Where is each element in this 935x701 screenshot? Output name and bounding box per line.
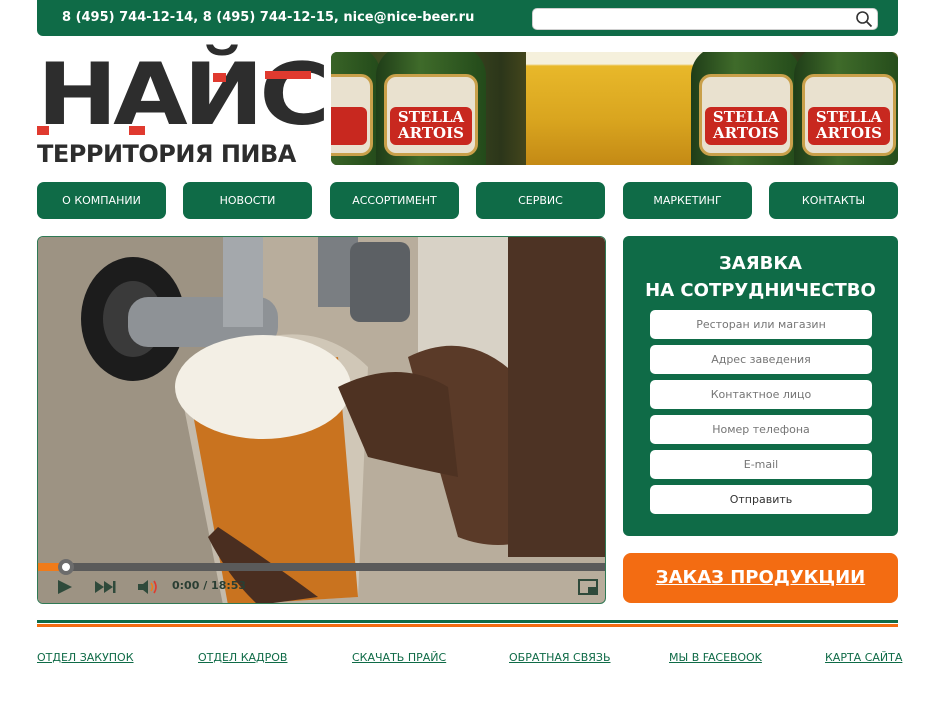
footer-link-price-list[interactable]: СКАЧАТЬ ПРАЙС <box>352 651 446 664</box>
logo-accent <box>265 71 311 79</box>
footer-link-hr[interactable]: ОТДЕЛ КАДРОВ <box>198 651 287 664</box>
logo-wordmark: НАЙС <box>37 45 330 145</box>
search-box[interactable] <box>532 8 878 30</box>
video-progress-bar[interactable] <box>38 559 605 575</box>
cooperation-form: ЗАЯВКА НА СОТРУДНИЧЕСТВО Отправить <box>623 236 898 536</box>
bottle-image: STELLA ARTOIS <box>376 52 486 165</box>
video-progress-handle[interactable] <box>58 559 74 575</box>
bottle-label-text: STELLA ARTOIS <box>815 108 883 142</box>
bottle-image: STELLA ARTOIS <box>794 52 898 165</box>
phone-field[interactable] <box>650 415 872 444</box>
nav-item-marketing[interactable]: МАРКЕТИНГ <box>623 182 752 219</box>
video-player[interactable]: 0:00 / 18:53 <box>37 236 606 604</box>
nav-item-contacts[interactable]: КОНТАКТЫ <box>769 182 898 219</box>
bottle-image <box>331 52 381 165</box>
play-icon[interactable] <box>56 579 74 595</box>
nav-item-assortment[interactable]: АССОРТИМЕНТ <box>330 182 459 219</box>
video-frame <box>38 237 605 603</box>
logo-accent <box>213 73 226 82</box>
form-title: ЗАЯВКА НА СОТРУДНИЧЕСТВО <box>623 250 898 304</box>
nav-item-news[interactable]: НОВОСТИ <box>183 182 312 219</box>
form-title-line: ЗАЯВКА <box>719 253 802 274</box>
top-bar: 8 (495) 744-12-14, 8 (495) 744-12-15, ni… <box>37 0 898 36</box>
site-logo[interactable]: НАЙС ТЕРРИТОРИЯ ПИВА <box>37 52 330 168</box>
restaurant-or-store-field[interactable] <box>650 310 872 339</box>
fullscreen-icon[interactable] <box>578 579 598 595</box>
form-title-line: НА СОТРУДНИЧЕСТВО <box>645 280 876 301</box>
footer-link-sitemap[interactable]: КАРТА САЙТА <box>825 651 902 664</box>
beer-banner: STELLA ARTOIS STELLA ARTOIS STELLA ARTOI… <box>331 52 898 165</box>
contact-person-field[interactable] <box>650 380 872 409</box>
order-products-button[interactable]: ЗАКАЗ ПРОДУКЦИИ <box>623 553 898 603</box>
venue-address-field[interactable] <box>650 345 872 374</box>
contact-info: 8 (495) 744-12-14, 8 (495) 744-12-15, ni… <box>62 10 475 25</box>
logo-accent <box>37 126 49 135</box>
skip-forward-icon[interactable] <box>94 579 116 595</box>
footer-divider <box>37 620 898 623</box>
logo-accent <box>129 126 145 135</box>
bottle-image: STELLA ARTOIS <box>691 52 801 165</box>
submit-button[interactable]: Отправить <box>650 485 872 514</box>
footer-link-facebook[interactable]: МЫ В FACEBOOK <box>669 651 762 664</box>
nav-item-service[interactable]: СЕРВИС <box>476 182 605 219</box>
nav-item-about[interactable]: О КОМПАНИИ <box>37 182 166 219</box>
volume-icon[interactable] <box>137 579 161 595</box>
search-icon[interactable] <box>855 10 873 28</box>
footer-link-purchasing[interactable]: ОТДЕЛ ЗАКУПОК <box>37 651 134 664</box>
video-controls: 0:00 / 18:53 <box>38 555 605 603</box>
email-field[interactable] <box>650 450 872 479</box>
footer-link-feedback[interactable]: ОБРАТНАЯ СВЯЗЬ <box>509 651 611 664</box>
logo-tagline: ТЕРРИТОРИЯ ПИВА <box>37 140 296 168</box>
search-input[interactable] <box>541 11 841 27</box>
bottle-label-text: STELLA ARTOIS <box>712 108 780 142</box>
footer-divider <box>37 624 898 627</box>
bottle-label-text: STELLA ARTOIS <box>397 108 465 142</box>
video-time: 0:00 / 18:53 <box>172 579 247 592</box>
beer-glass-image <box>526 52 706 165</box>
